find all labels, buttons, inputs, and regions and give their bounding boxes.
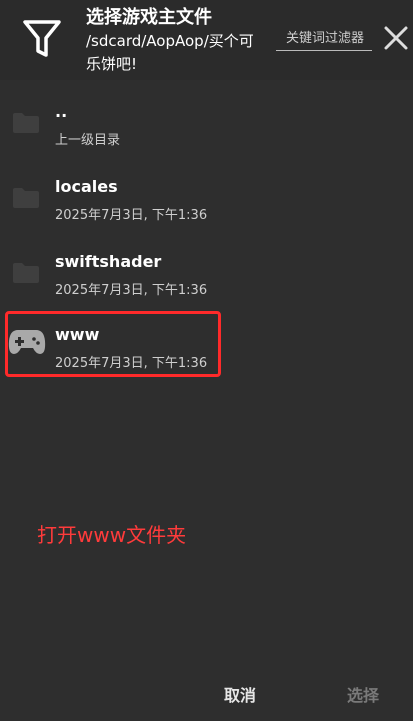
instruction-annotation: 打开www文件夹	[37, 523, 187, 547]
list-item-swiftshader[interactable]: swiftshader 2025年7月3日, 下午1:36	[0, 240, 413, 312]
item-subtitle: 上一级目录	[55, 133, 121, 148]
current-path: /sdcard/AopAop/买个可乐饼吧!	[86, 32, 254, 73]
filter-icon[interactable]	[22, 18, 62, 60]
folder-icon	[13, 263, 39, 283]
item-subtitle: 2025年7月3日, 下午1:36	[55, 283, 208, 298]
item-name: swiftshader	[55, 252, 162, 271]
filter-field[interactable]	[276, 26, 372, 51]
folder-icon	[13, 113, 39, 133]
list-item-parent-dir[interactable]: .. 上一级目录	[0, 90, 413, 162]
item-name: locales	[55, 177, 118, 196]
highlight-box	[5, 311, 221, 377]
folder-icon	[13, 188, 39, 208]
cancel-button[interactable]: 取消	[224, 682, 256, 706]
close-icon[interactable]	[383, 25, 409, 51]
list-item-locales[interactable]: locales 2025年7月3日, 下午1:36	[0, 165, 413, 237]
item-subtitle: 2025年7月3日, 下午1:36	[55, 208, 208, 223]
filter-input[interactable]	[276, 26, 372, 48]
dialog-footer: 取消 选择	[0, 660, 413, 721]
item-name: ..	[55, 102, 68, 121]
select-button[interactable]: 选择	[347, 682, 379, 706]
dialog-header: 选择游戏主文件 /sdcard/AopAop/买个可乐饼吧!	[0, 0, 413, 80]
dialog-title: 选择游戏主文件	[86, 7, 212, 28]
